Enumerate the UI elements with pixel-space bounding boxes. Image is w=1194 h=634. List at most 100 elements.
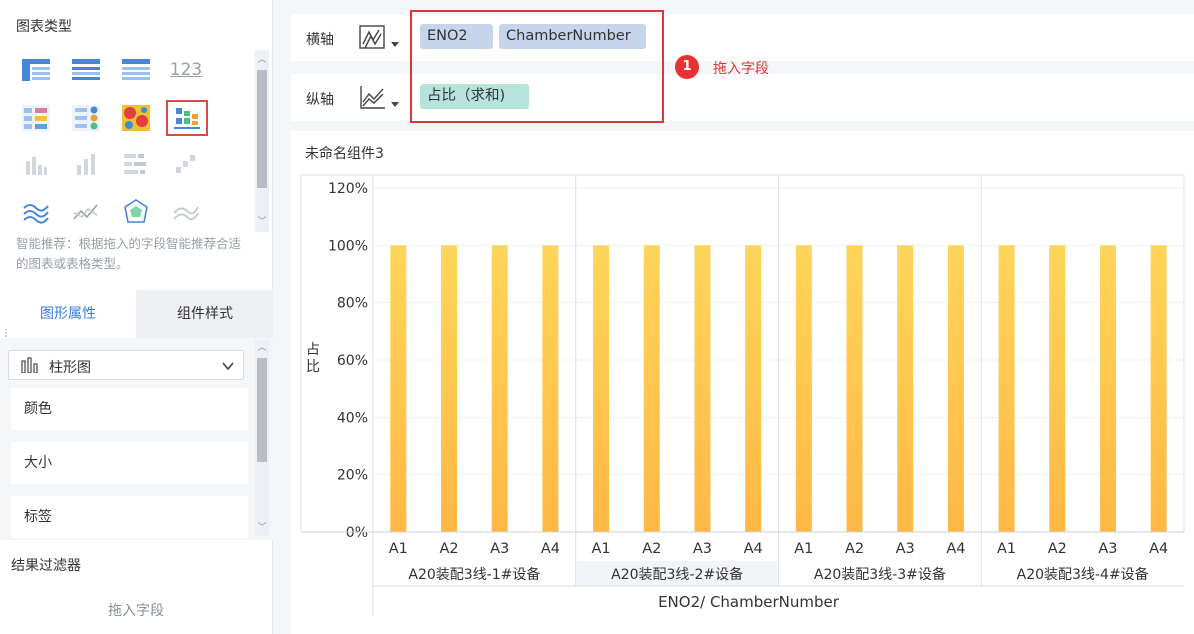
color-property[interactable]: 颜色 [11, 388, 248, 430]
chevron-down-icon [221, 358, 235, 377]
chart-panel: 未命名组件3 0% 20% 40% 60% 80% 100% 120% 占比 A1 A2 A3 A4 A… [291, 131, 1194, 634]
stacked-bar-faded-icon[interactable] [118, 148, 154, 180]
x-category-label: A4 [1149, 541, 1168, 557]
x-axis-label: 横轴 [306, 32, 334, 48]
bar [947, 245, 964, 532]
bar [643, 245, 660, 532]
bar [1099, 245, 1116, 532]
left-config-panel: 图表类型 123 ︿ ﹀ 智能推荐：根据拖入的字段智能推荐合适的图表或表格类型。… [0, 0, 273, 634]
multi-series-bar-icon[interactable] [166, 100, 208, 136]
x-category-label: A2 [845, 541, 864, 557]
y-tick-label: 20% [337, 468, 368, 484]
x-group-label: A20装配3线-1#设备 [408, 566, 540, 583]
scroll-up-arrow-icon[interactable]: ︿ [255, 342, 269, 354]
bar-chart-icon [21, 357, 39, 377]
waterfall-faded-icon[interactable] [168, 148, 204, 180]
chart-type-title: 图表类型 [16, 19, 72, 35]
bar [897, 245, 914, 532]
chart-type-scrollbar[interactable]: ︿ ﹀ [255, 50, 269, 232]
x-category-label: A3 [896, 541, 915, 557]
x-category-label: A3 [1098, 541, 1117, 557]
scrollbar-thumb[interactable] [257, 70, 267, 188]
chart-type-select-label: 柱形图 [49, 360, 91, 376]
x-category-label: A1 [389, 541, 408, 557]
column-chart-faded-icon[interactable] [68, 148, 104, 180]
y-axis-type-dropdown[interactable] [359, 84, 401, 112]
label-property[interactable]: 标签 [11, 496, 248, 538]
scroll-down-arrow-icon[interactable]: ﹀ [255, 216, 269, 228]
axis-type-icon [360, 86, 399, 109]
scroll-down-arrow-icon[interactable]: ﹀ [255, 522, 269, 534]
area-wave-icon[interactable] [18, 196, 54, 228]
y-axis-title-char: 比 [306, 359, 320, 375]
app-root: 图表类型 123 ︿ ﹀ 智能推荐：根据拖入的字段智能推荐合适的图表或表格类型。… [0, 0, 1194, 634]
bar-chart: 0%20%40%60%80%100%120%占比A1 A2 A3 A4A20装配3线-… [300, 174, 1185, 616]
group-table-icon[interactable] [68, 54, 104, 86]
bar [846, 245, 863, 532]
filter-drop-zone[interactable]: 拖入字段 [11, 589, 261, 634]
properties-scrollbar[interactable]: ︿ ﹀ [255, 340, 269, 536]
bar-chart-faded-icon[interactable] [18, 148, 54, 180]
bar [694, 245, 711, 532]
x-group-label: A20装配3线-2#设备 [611, 566, 743, 583]
x-category-label: A2 [642, 541, 661, 557]
y-axis-title-char: 占 [306, 342, 320, 358]
x-category-label: A2 [439, 541, 458, 557]
line-chart-icon[interactable] [68, 196, 104, 228]
property-tabs: 图形属性 组件样式 [0, 290, 273, 338]
tab-component-style[interactable]: 组件样式 [137, 290, 273, 338]
x-axis-title: ENO2/ ChamberNumber [658, 593, 840, 611]
y-tick-label: 80% [337, 296, 368, 312]
color-list-icon[interactable] [68, 102, 104, 134]
bar [1049, 245, 1066, 532]
heatmap-icon[interactable] [118, 102, 154, 134]
bar [745, 245, 762, 532]
x-category-label: A1 [592, 541, 611, 557]
x-category-label: A3 [693, 541, 712, 557]
annotation-text: 拖入字段 [713, 61, 769, 77]
annotation-number-badge: 1 [675, 55, 699, 79]
radar-chart-icon[interactable] [118, 196, 154, 228]
detail-table-icon[interactable] [118, 54, 154, 86]
y-tick-label: 60% [337, 353, 368, 369]
x-category-label: A1 [997, 541, 1016, 557]
y-axis-label: 纵轴 [306, 92, 334, 108]
smart-recommend-hint: 智能推荐：根据拖入的字段智能推荐合适的图表或表格类型。 [16, 236, 242, 271]
bar [795, 245, 812, 532]
graphic-properties-area: 柱形图 颜色 大小 标签 ︿ ﹀ [0, 338, 273, 540]
result-filter-title: 结果过滤器 [11, 558, 81, 574]
x-category-label: A3 [490, 541, 509, 557]
bar [390, 245, 407, 532]
y-tick-label: 100% [328, 238, 368, 254]
kpi-number-text: 123 [169, 60, 203, 80]
y-tick-label: 0% [346, 525, 368, 541]
x-group-label: A20装配3线-4#设备 [1017, 566, 1149, 583]
bar [542, 245, 559, 532]
bar [441, 245, 458, 532]
bar [491, 245, 508, 532]
x-category-label: A4 [744, 541, 763, 557]
bar [1150, 245, 1167, 532]
chart-type-select[interactable]: 柱形图 [8, 350, 244, 380]
axis-type-icon [359, 25, 399, 49]
multi-value-table-icon[interactable] [18, 102, 54, 134]
cross-table-icon[interactable] [18, 54, 54, 86]
bar [593, 245, 610, 532]
x-group-label: A20装配3线-3#设备 [814, 566, 946, 583]
kpi-number-icon[interactable]: 123 [168, 54, 204, 86]
size-property[interactable]: 大小 [11, 442, 248, 484]
annotation-highlight-box [410, 10, 664, 123]
x-category-label: A4 [541, 541, 560, 557]
scrollbar-thumb[interactable] [257, 358, 267, 462]
bar [998, 245, 1015, 532]
x-category-label: A4 [946, 541, 965, 557]
tab-graphic-properties[interactable]: 图形属性 [0, 290, 136, 338]
x-category-label: A2 [1048, 541, 1067, 557]
x-category-label: A1 [794, 541, 813, 557]
x-axis-type-dropdown[interactable] [359, 24, 401, 52]
component-title: 未命名组件3 [305, 146, 384, 162]
multi-line-icon[interactable] [168, 196, 204, 228]
scroll-up-arrow-icon[interactable]: ︿ [255, 54, 269, 66]
y-tick-label: 120% [328, 181, 368, 197]
y-tick-label: 40% [337, 410, 368, 426]
